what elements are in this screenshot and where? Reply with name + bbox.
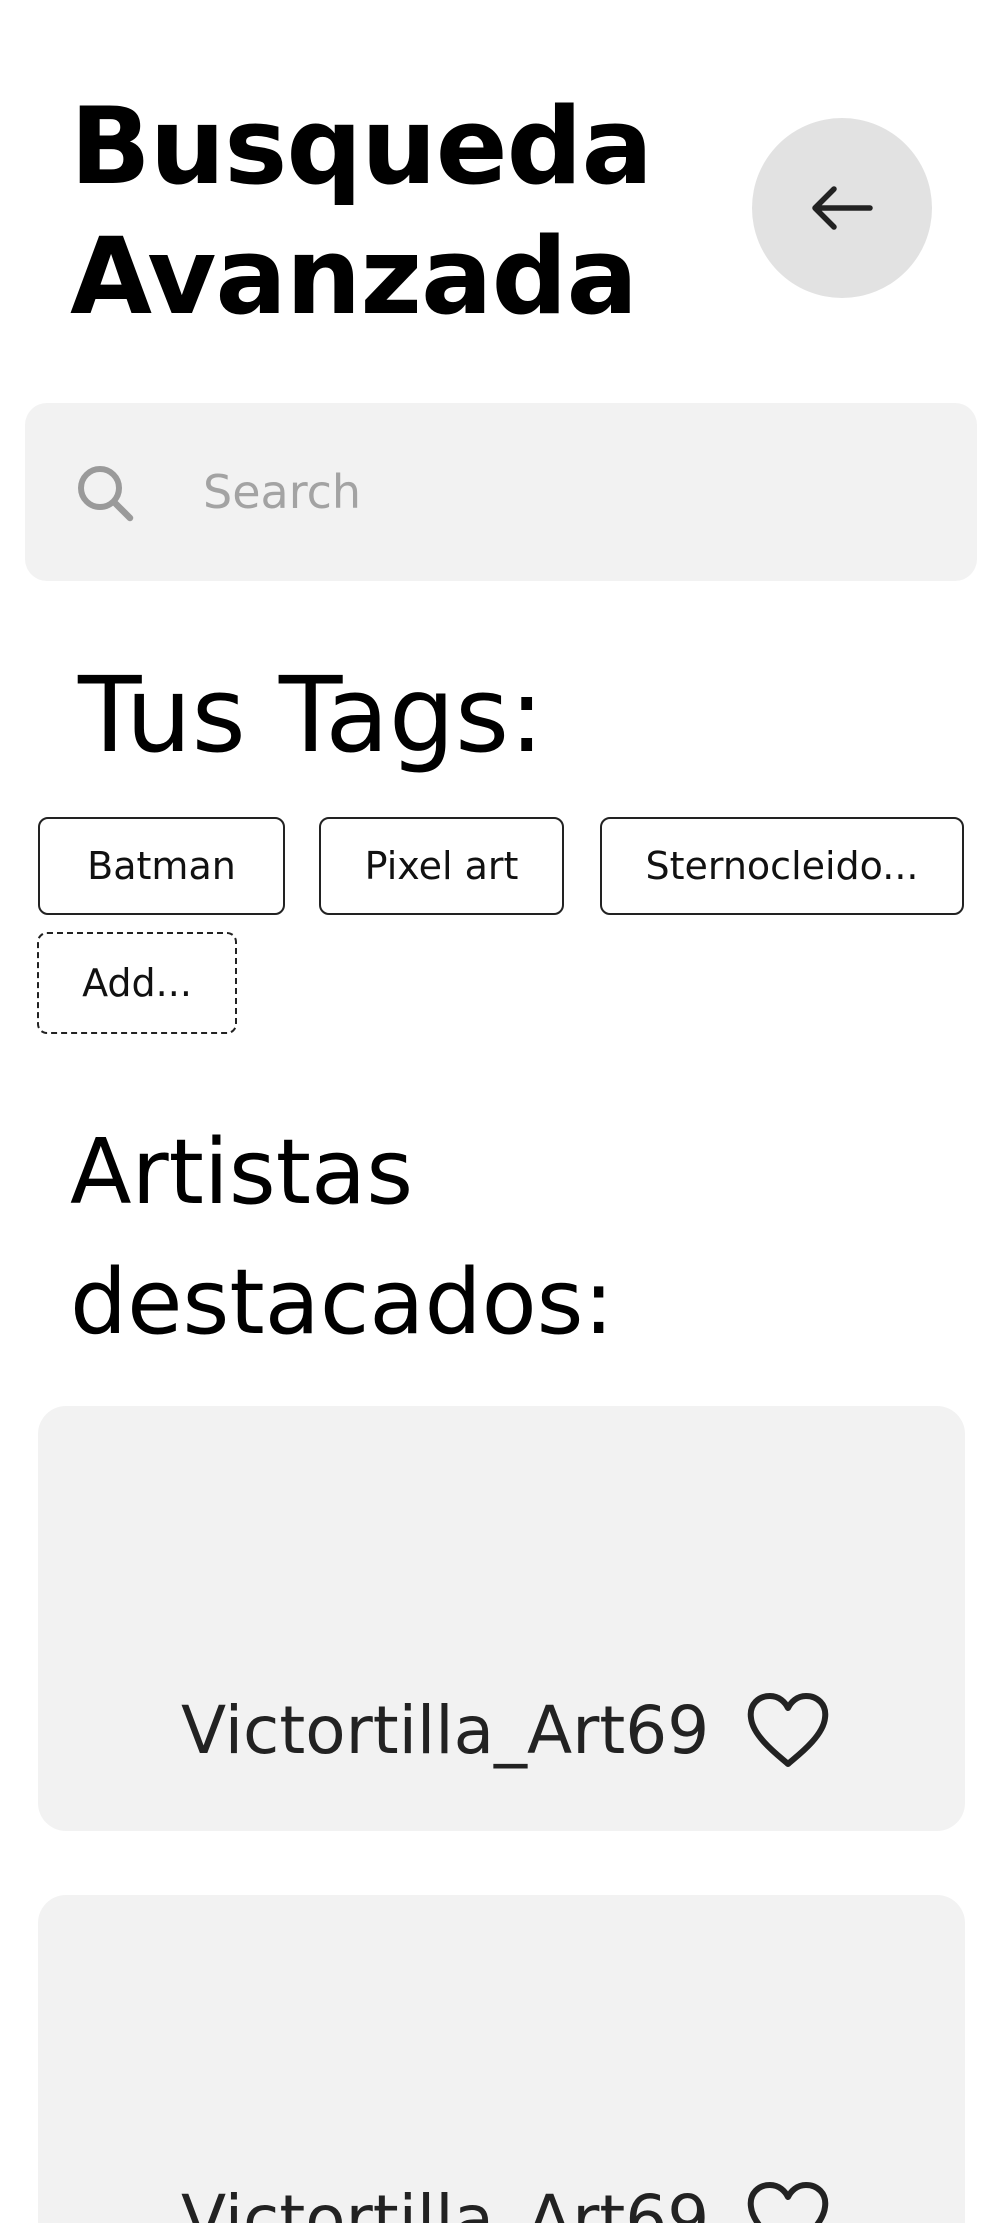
arrow-left-icon: [812, 186, 873, 230]
featured-heading-line-1: Artistas: [70, 1120, 414, 1225]
page-title-line-2: Avanzada: [70, 215, 638, 338]
page-title: Busqueda Avanzada: [70, 82, 690, 342]
tag-sternocleido[interactable]: Sternocleido...: [600, 817, 964, 915]
favorite-button[interactable]: [743, 1686, 833, 1776]
heart-icon: [747, 2182, 829, 2223]
favorite-button[interactable]: [743, 2175, 833, 2223]
tag-batman[interactable]: Batman: [38, 817, 285, 915]
featured-heading-line-2: destacados:: [70, 1250, 614, 1355]
search-input[interactable]: [203, 457, 943, 527]
advanced-search-screen: Busqueda Avanzada Tus Tags: Batman Pixel…: [0, 0, 1000, 2223]
page-title-line-1: Busqueda: [70, 85, 653, 208]
artist-name: Victortilla_Art69: [181, 2181, 710, 2223]
featured-artists-heading: Artistas destacados:: [70, 1108, 614, 1368]
back-button[interactable]: [752, 118, 932, 298]
search-bar[interactable]: [25, 403, 977, 581]
artist-card[interactable]: Victortilla_Art69: [38, 1895, 965, 2223]
artist-card[interactable]: Victortilla_Art69: [38, 1406, 965, 1831]
add-tag-button[interactable]: Add...: [37, 932, 237, 1034]
artist-name: Victortilla_Art69: [181, 1692, 710, 1769]
search-icon: [78, 466, 134, 522]
heart-icon: [747, 1693, 829, 1767]
tags-heading: Tus Tags:: [78, 654, 545, 776]
tag-pixel-art[interactable]: Pixel art: [319, 817, 564, 915]
